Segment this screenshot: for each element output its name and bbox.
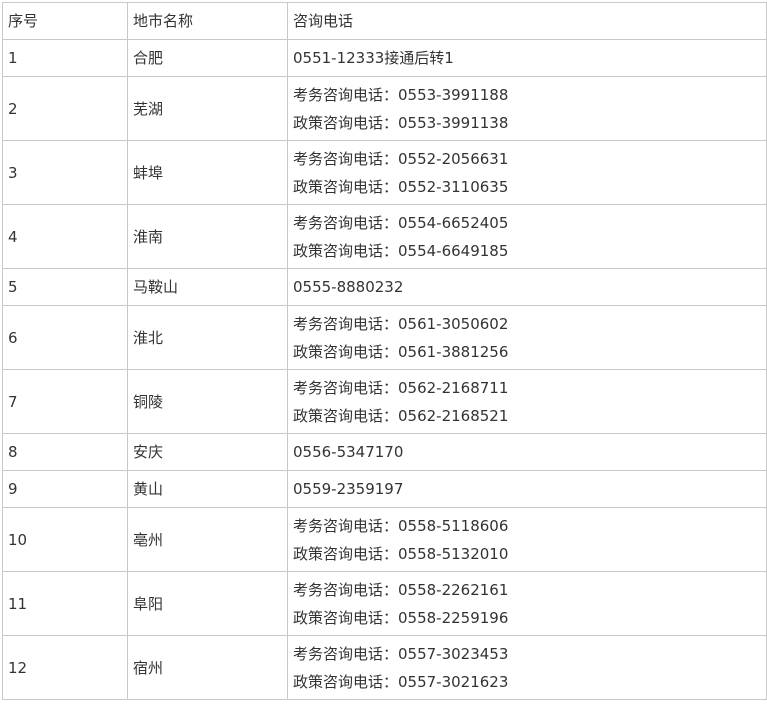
- table-row: 11 阜阳 考务咨询电话：0558-2262161 政策咨询电话：0558-22…: [2, 571, 767, 636]
- city-name: 马鞍山: [127, 268, 288, 306]
- city-name: 淮北: [127, 305, 288, 370]
- table-row: 10 亳州 考务咨询电话：0558-5118606 政策咨询电话：0558-51…: [2, 507, 767, 572]
- row-number: 2: [2, 76, 128, 141]
- table-row: 2 芜湖 考务咨询电话：0553-3991188 政策咨询电话：0553-399…: [2, 76, 767, 141]
- city-name: 安庆: [127, 433, 288, 471]
- exam-phone-line: 考务咨询电话：0557-3023453: [293, 644, 509, 663]
- contact-table: 序号 地市名称 咨询电话 1 合肥 0551-12333接通后转1 2 芜湖 考…: [2, 2, 767, 700]
- table-row: 12 宿州 考务咨询电话：0557-3023453 政策咨询电话：0557-30…: [2, 635, 767, 700]
- city-name: 芜湖: [127, 76, 288, 141]
- phone-cell: 考务咨询电话：0558-2262161 政策咨询电话：0558-2259196: [287, 571, 767, 636]
- phone-cell: 考务咨询电话：0561-3050602 政策咨询电话：0561-3881256: [287, 305, 767, 370]
- header-city: 地市名称: [127, 2, 288, 40]
- phone-cell: 考务咨询电话：0554-6652405 政策咨询电话：0554-6649185: [287, 204, 767, 269]
- city-name: 蚌埠: [127, 140, 288, 205]
- exam-phone-line: 考务咨询电话：0558-2262161: [293, 580, 509, 599]
- city-name: 铜陵: [127, 369, 288, 434]
- policy-phone-line: 政策咨询电话：0561-3881256: [293, 342, 509, 361]
- row-number: 8: [2, 433, 128, 471]
- table-row: 9 黄山 0559-2359197: [2, 470, 767, 508]
- phone-line: 0551-12333接通后转1: [293, 49, 454, 67]
- table-row: 5 马鞍山 0555-8880232: [2, 268, 767, 306]
- row-number: 4: [2, 204, 128, 269]
- phone-cell: 0559-2359197: [287, 470, 767, 508]
- exam-phone-line: 考务咨询电话：0554-6652405: [293, 213, 509, 232]
- row-number: 10: [2, 507, 128, 572]
- row-number: 6: [2, 305, 128, 370]
- policy-phone-line: 政策咨询电话：0552-3110635: [293, 177, 509, 196]
- row-number: 12: [2, 635, 128, 700]
- city-name: 阜阳: [127, 571, 288, 636]
- phone-cell: 考务咨询电话：0553-3991188 政策咨询电话：0553-3991138: [287, 76, 767, 141]
- row-number: 7: [2, 369, 128, 434]
- phone-cell: 0555-8880232: [287, 268, 767, 306]
- policy-phone-line: 政策咨询电话：0558-5132010: [293, 544, 509, 563]
- table-row: 1 合肥 0551-12333接通后转1: [2, 39, 767, 77]
- city-name: 合肥: [127, 39, 288, 77]
- row-number: 9: [2, 470, 128, 508]
- header-number: 序号: [2, 2, 128, 40]
- policy-phone-line: 政策咨询电话：0553-3991138: [293, 113, 509, 132]
- table-row: 7 铜陵 考务咨询电话：0562-2168711 政策咨询电话：0562-216…: [2, 369, 767, 434]
- row-number: 5: [2, 268, 128, 306]
- exam-phone-line: 考务咨询电话：0562-2168711: [293, 378, 509, 397]
- policy-phone-line: 政策咨询电话：0558-2259196: [293, 608, 509, 627]
- phone-line: 0555-8880232: [293, 278, 404, 296]
- phone-cell: 考务咨询电话：0562-2168711 政策咨询电话：0562-2168521: [287, 369, 767, 434]
- city-name: 宿州: [127, 635, 288, 700]
- city-name: 黄山: [127, 470, 288, 508]
- header-phone: 咨询电话: [287, 2, 767, 40]
- table-row: 4 淮南 考务咨询电话：0554-6652405 政策咨询电话：0554-664…: [2, 204, 767, 269]
- table-header-row: 序号 地市名称 咨询电话: [2, 2, 767, 40]
- table-row: 8 安庆 0556-5347170: [2, 433, 767, 471]
- phone-cell: 0556-5347170: [287, 433, 767, 471]
- row-number: 11: [2, 571, 128, 636]
- city-name: 亳州: [127, 507, 288, 572]
- phone-cell: 考务咨询电话：0552-2056631 政策咨询电话：0552-3110635: [287, 140, 767, 205]
- table-row: 3 蚌埠 考务咨询电话：0552-2056631 政策咨询电话：0552-311…: [2, 140, 767, 205]
- policy-phone-line: 政策咨询电话：0557-3021623: [293, 672, 509, 691]
- policy-phone-line: 政策咨询电话：0562-2168521: [293, 406, 509, 425]
- exam-phone-line: 考务咨询电话：0552-2056631: [293, 149, 509, 168]
- exam-phone-line: 考务咨询电话：0561-3050602: [293, 314, 509, 333]
- city-name: 淮南: [127, 204, 288, 269]
- exam-phone-line: 考务咨询电话：0553-3991188: [293, 85, 509, 104]
- phone-cell: 0551-12333接通后转1: [287, 39, 767, 77]
- phone-line: 0556-5347170: [293, 443, 404, 461]
- policy-phone-line: 政策咨询电话：0554-6649185: [293, 241, 509, 260]
- row-number: 3: [2, 140, 128, 205]
- phone-cell: 考务咨询电话：0558-5118606 政策咨询电话：0558-5132010: [287, 507, 767, 572]
- phone-cell: 考务咨询电话：0557-3023453 政策咨询电话：0557-3021623: [287, 635, 767, 700]
- phone-line: 0559-2359197: [293, 480, 404, 498]
- row-number: 1: [2, 39, 128, 77]
- table-row: 6 淮北 考务咨询电话：0561-3050602 政策咨询电话：0561-388…: [2, 305, 767, 370]
- exam-phone-line: 考务咨询电话：0558-5118606: [293, 516, 509, 535]
